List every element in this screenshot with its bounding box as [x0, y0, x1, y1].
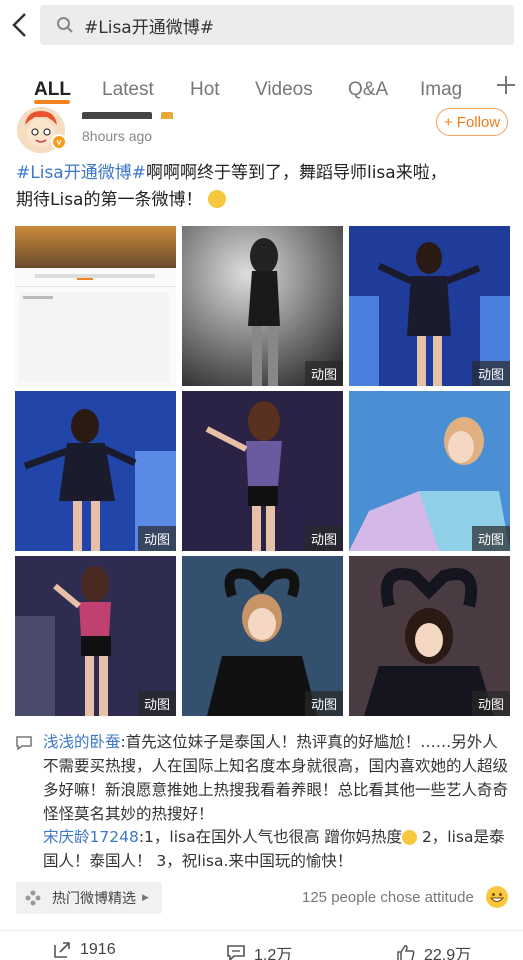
hot-weibo-label: 热门微博精选 — [52, 891, 136, 907]
repost-count: 1916 — [80, 941, 116, 958]
gif-label: 动图 — [137, 691, 176, 716]
active-tab-indicator — [34, 100, 70, 104]
repost-icon — [54, 942, 70, 958]
gif-label: 动图 — [137, 526, 176, 551]
image-grid: 动图 动图 动图 动图 动图 动图 动图 动图 — [15, 226, 510, 716]
attitude-count[interactable]: 125 people chose attitude — [302, 889, 474, 906]
top-bar: #Lisa开通微博# — [0, 0, 523, 58]
search-input[interactable]: #Lisa开通微博# — [40, 5, 514, 45]
verified-badge-icon: v — [51, 134, 67, 150]
post-text-line1: 啊啊啊终于等到了，舞蹈导师lisa来啦， — [145, 163, 447, 183]
comment-button[interactable]: 1.2万 — [226, 941, 292, 960]
comment-user[interactable]: 宋庆龄17248 — [43, 828, 139, 846]
gif-label: 动图 — [471, 526, 510, 551]
tab-images[interactable]: Imag — [420, 79, 462, 101]
follow-button[interactable]: + Follow — [436, 108, 508, 136]
tab-videos[interactable]: Videos — [255, 79, 313, 101]
gif-label: 动图 — [471, 361, 510, 386]
tab-qa[interactable]: Q&A — [348, 79, 388, 101]
tab-latest[interactable]: Latest — [102, 79, 154, 101]
post-text-line2: 期待Lisa的第一条微博！ — [16, 190, 203, 210]
filter-tabs: ALL Latest Hot Videos Q&A Imag — [0, 62, 523, 106]
like-count: 22.9万 — [424, 947, 472, 960]
post-hashtag[interactable]: #Lisa开通微博# — [16, 163, 146, 183]
grid-image-8[interactable]: 动图 — [182, 556, 343, 716]
grid-image-1[interactable] — [15, 226, 176, 386]
comment-user[interactable]: 浅浅的卧蚕 — [43, 733, 121, 751]
comment-item[interactable]: 宋庆龄17248:1，lisa在国外人气也很高 蹭你妈热度 2，lisa是泰国人… — [43, 825, 511, 873]
blushing-emoji-icon — [207, 190, 226, 208]
hot-weibo-button[interactable]: 热门微博精选 ▶ — [16, 882, 162, 914]
post-text: #Lisa开通微博#啊啊啊终于等到了，舞蹈导师lisa来啦， 期待Lisa的第一… — [16, 160, 512, 214]
author-name-cropped[interactable] — [82, 105, 192, 119]
grid-image-7[interactable]: 动图 — [15, 556, 176, 716]
comment-icon — [16, 736, 32, 751]
add-tab-icon[interactable] — [495, 74, 517, 96]
caret-right-icon: ▶ — [142, 893, 149, 903]
comment-item[interactable]: 浅浅的卧蚕:首先这位妹子是泰国人！热评真的好尴尬！……另外人不需要买热搜，人在国… — [43, 730, 511, 826]
action-bar: 1916 1.2万 22.9万 — [0, 930, 523, 960]
gif-label: 动图 — [304, 691, 343, 716]
gif-label: 动图 — [471, 691, 510, 716]
grid-image-5[interactable]: 动图 — [182, 391, 343, 551]
grid-image-4[interactable]: 动图 — [15, 391, 176, 551]
pinwheel-icon — [25, 890, 41, 906]
grin-emoji-icon[interactable] — [486, 886, 508, 908]
like-button[interactable]: 22.9万 — [396, 941, 471, 960]
tab-all[interactable]: ALL — [34, 79, 71, 101]
search-icon — [57, 17, 73, 33]
search-query: #Lisa开通微博# — [84, 17, 214, 38]
grid-image-2[interactable]: 动图 — [182, 226, 343, 386]
profile-screenshot-image — [15, 226, 176, 386]
gif-label: 动图 — [304, 361, 343, 386]
post-time: 8hours ago — [82, 128, 153, 144]
tab-hot[interactable]: Hot — [190, 79, 220, 101]
thumbs-up-icon — [397, 945, 415, 960]
smile-emoji-icon — [402, 830, 418, 845]
repost-button[interactable]: 1916 — [52, 941, 116, 959]
back-arrow-icon[interactable] — [8, 10, 32, 40]
comment-bubble-icon — [227, 945, 245, 960]
comment-count: 1.2万 — [254, 947, 293, 960]
comment-text: :1，lisa在国外人气也很高 蹭你妈热度 — [138, 828, 403, 846]
grid-image-3[interactable]: 动图 — [349, 226, 510, 386]
grid-image-6[interactable]: 动图 — [349, 391, 510, 551]
grid-image-9[interactable]: 动图 — [349, 556, 510, 716]
gif-label: 动图 — [304, 526, 343, 551]
